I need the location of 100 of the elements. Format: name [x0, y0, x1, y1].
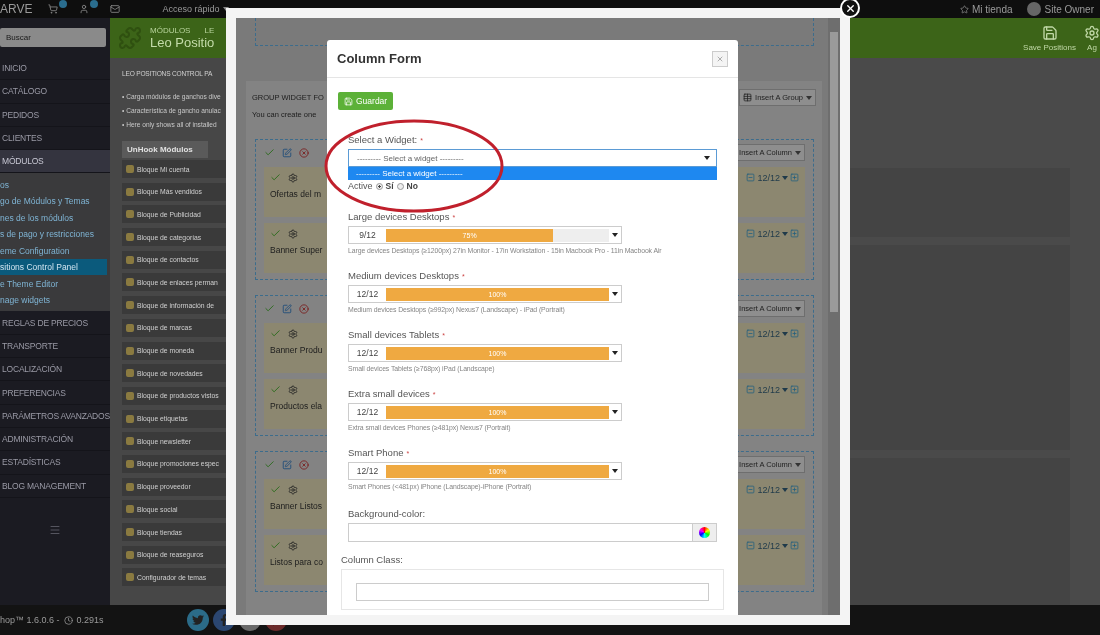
- gear-icon[interactable]: [288, 228, 298, 239]
- module-icon: [126, 573, 134, 582]
- module-icon: [126, 391, 134, 400]
- toolbar-button[interactable]: Save Positions: [1023, 24, 1076, 52]
- caret-icon: [704, 156, 710, 160]
- check-icon[interactable]: [270, 228, 281, 239]
- minus-icon[interactable]: [746, 385, 756, 394]
- star-icon: [959, 4, 969, 14]
- field-label: Large devices Desktops: [348, 211, 450, 222]
- width-selector[interactable]: 12/12: [757, 328, 788, 339]
- menu-item[interactable]: MÓDULOS: [0, 150, 110, 174]
- width-selector[interactable]: 12/12: [757, 172, 788, 183]
- column-name: Listos para co: [270, 557, 323, 567]
- width-selector[interactable]: 12/12: [757, 540, 788, 551]
- edit-icon[interactable]: [282, 147, 292, 158]
- shop-link[interactable]: Mi tienda: [971, 3, 1013, 15]
- table-icon: [743, 93, 753, 102]
- module-icon: [126, 233, 134, 242]
- plus-icon[interactable]: [790, 541, 799, 550]
- minus-icon[interactable]: [746, 541, 756, 550]
- width-selector[interactable]: 12/12: [757, 228, 788, 239]
- check-icon[interactable]: [270, 484, 281, 495]
- search-field[interactable]: Buscar: [0, 28, 106, 47]
- plus-icon[interactable]: [790, 229, 799, 238]
- clock-icon: [63, 615, 73, 625]
- submenu-item[interactable]: sitions Control Panel: [0, 259, 107, 276]
- caret-icon: [612, 469, 618, 473]
- module-icon: [126, 369, 134, 378]
- edit-icon[interactable]: [282, 303, 292, 314]
- caret-icon: [782, 543, 788, 548]
- check-icon[interactable]: [270, 384, 281, 395]
- check-icon[interactable]: [264, 147, 275, 158]
- check-icon[interactable]: [270, 172, 281, 183]
- submenu-item[interactable]: eme Configuration: [0, 242, 110, 259]
- tab[interactable]: UnHook Módulos: [122, 141, 208, 158]
- width-selector[interactable]: 12/12: [757, 384, 788, 395]
- cart-icon[interactable]: [48, 4, 59, 14]
- plus-icon[interactable]: [790, 173, 799, 182]
- plus-icon[interactable]: [790, 385, 799, 394]
- user-menu[interactable]: Site Owner: [1044, 3, 1094, 15]
- check-icon[interactable]: [264, 459, 275, 470]
- delete-icon[interactable]: [299, 303, 309, 314]
- color-picker-button[interactable]: [692, 523, 717, 542]
- column-name: Banner Super: [270, 245, 323, 255]
- gear-icon[interactable]: [288, 484, 298, 495]
- user-icon[interactable]: [79, 4, 90, 14]
- radio-button[interactable]: [375, 182, 383, 190]
- color-field[interactable]: [348, 523, 692, 542]
- width-selector[interactable]: 12/12: [757, 484, 788, 495]
- module-icon: [126, 437, 134, 446]
- breadcrumb-link[interactable]: MÓDULOS: [150, 26, 191, 35]
- caret-icon: [806, 95, 812, 100]
- module-icon: [126, 301, 134, 310]
- mail-icon[interactable]: [110, 4, 121, 14]
- submenu-item[interactable]: go de Módulos y Temas: [0, 193, 110, 210]
- gear-icon[interactable]: [288, 172, 298, 183]
- caret-icon: [795, 306, 801, 311]
- submenu-item[interactable]: e Theme Editor: [0, 275, 110, 292]
- field-label: Background-color:: [348, 508, 426, 519]
- class-field[interactable]: [356, 583, 709, 601]
- minus-icon[interactable]: [746, 485, 756, 494]
- caret-icon: [795, 150, 801, 155]
- version-text: hop™ 1.6.0.6 -: [0, 615, 60, 625]
- caret-icon: [782, 331, 788, 336]
- check-icon[interactable]: [270, 328, 281, 339]
- check-icon[interactable]: [270, 540, 281, 551]
- module-icon: [126, 482, 134, 491]
- plus-icon[interactable]: [790, 485, 799, 494]
- delete-icon[interactable]: [299, 147, 309, 158]
- breadcrumb-link[interactable]: LE: [204, 26, 215, 35]
- edit-icon[interactable]: [282, 459, 292, 470]
- submenu-item[interactable]: nage widgets: [0, 292, 110, 309]
- caret-icon: [782, 175, 788, 180]
- caret-icon: [612, 410, 618, 414]
- close-icon: [716, 54, 724, 63]
- check-icon[interactable]: [264, 303, 275, 314]
- toolbar-button[interactable]: Ag: [1084, 24, 1100, 52]
- dropdown-option[interactable]: --------- Select a widget ---------: [348, 167, 717, 180]
- submenu-item[interactable]: os: [0, 176, 110, 193]
- delete-icon[interactable]: [299, 459, 309, 470]
- brand-name: ARVE: [0, 2, 33, 16]
- field-label: Column Class:: [341, 554, 403, 565]
- module-icon: [126, 550, 134, 559]
- submenu-item[interactable]: nes de los módulos: [0, 209, 110, 226]
- minus-icon[interactable]: [746, 329, 756, 338]
- column-name: Banner Produ: [270, 345, 323, 355]
- minus-icon[interactable]: [746, 173, 756, 182]
- module-icon: [126, 414, 134, 423]
- submenu-item[interactable]: s de pago y restricciones: [0, 226, 110, 243]
- widget-select[interactable]: --------- Select a widget ---------: [348, 149, 717, 167]
- minus-icon[interactable]: [746, 229, 756, 238]
- menu-icon[interactable]: [49, 523, 61, 536]
- column-name: Ofertas del m: [270, 189, 322, 199]
- plus-icon[interactable]: [790, 329, 799, 338]
- radio-button[interactable]: [396, 182, 404, 190]
- module-icon: [126, 165, 134, 173]
- gear-icon[interactable]: [288, 328, 298, 339]
- gear-icon[interactable]: [288, 540, 298, 551]
- gear-icon[interactable]: [288, 384, 298, 395]
- save-icon: [1041, 24, 1058, 41]
